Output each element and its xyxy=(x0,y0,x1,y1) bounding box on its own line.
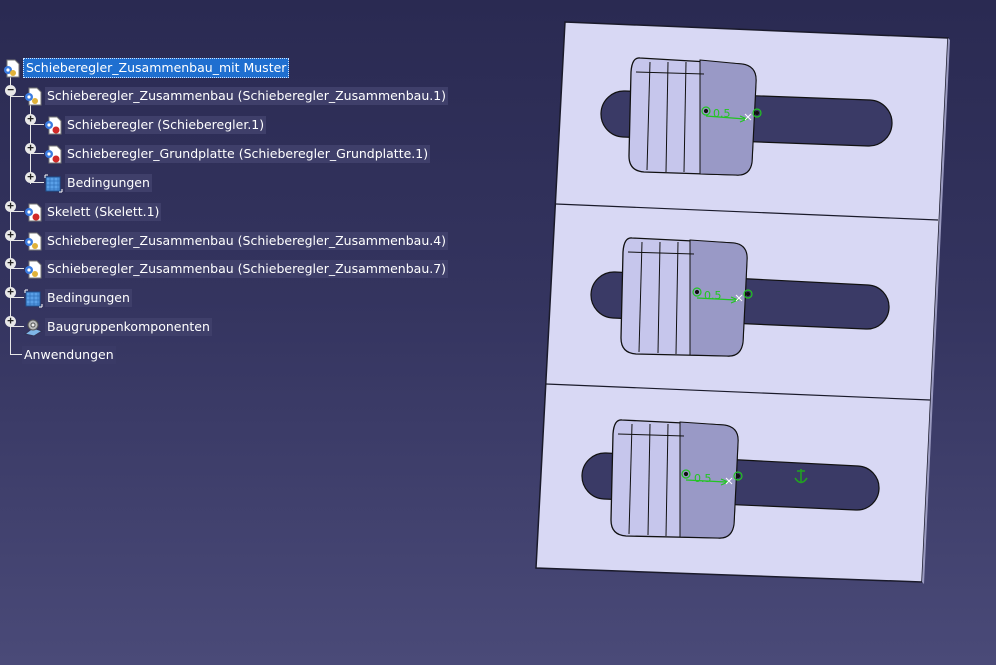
slider-knob xyxy=(610,419,739,539)
tree-item-bedingungen-1[interactable]: Bedingungen xyxy=(44,172,152,194)
part-icon xyxy=(44,145,63,164)
slot xyxy=(590,271,890,330)
expand-toggle[interactable]: + xyxy=(25,113,36,125)
tree-item-label: Schieberegler_Grundplatte (Schieberegler… xyxy=(65,145,431,163)
constraint-value: 0.5 xyxy=(713,107,731,120)
expand-toggle[interactable]: + xyxy=(5,200,16,212)
offset-constraint-2: 0.5 xyxy=(692,287,753,304)
assembly-features-icon xyxy=(23,318,44,337)
tree-item-skelett[interactable]: Skelett (Skelett.1) xyxy=(24,201,162,223)
tree-root[interactable]: Schieberegler_Zusammenbau_mit Muster xyxy=(2,57,290,79)
expand-toggle[interactable]: + xyxy=(25,171,36,183)
tree-item-anwendungen[interactable]: Anwendungen xyxy=(20,344,116,366)
specification-tree[interactable]: Schieberegler_Zusammenbau_mit Muster − S… xyxy=(0,52,470,382)
slot xyxy=(581,452,880,511)
part-icon xyxy=(44,116,63,135)
base-plate xyxy=(535,21,949,583)
expand-toggle[interactable]: + xyxy=(5,257,16,269)
tree-item-label: Schieberegler_Zusammenbau (Schieberegler… xyxy=(45,87,449,105)
product-icon xyxy=(24,260,43,279)
constraint-value: 0.5 xyxy=(704,289,722,302)
expand-toggle[interactable]: + xyxy=(5,315,16,327)
tree-item-zusammenbau-1[interactable]: Schieberegler_Zusammenbau (Schieberegler… xyxy=(24,85,449,107)
tree-item-label: Schieberegler (Schieberegler.1) xyxy=(65,116,267,134)
slider-knob xyxy=(628,57,757,176)
3d-viewport[interactable]: Schieberegler_Zusammenbau_mit Muster − S… xyxy=(0,0,996,665)
tree-item-label: Skelett (Skelett.1) xyxy=(45,203,162,221)
constraints-icon xyxy=(24,289,43,308)
part-icon xyxy=(24,203,43,222)
tree-item-label: Schieberegler_Zusammenbau (Schieberegler… xyxy=(45,260,449,278)
tree-item-zusammenbau-4[interactable]: Schieberegler_Zusammenbau (Schieberegler… xyxy=(24,230,449,252)
expand-toggle[interactable]: + xyxy=(25,142,36,154)
tree-item-zusammenbau-7[interactable]: Schieberegler_Zusammenbau (Schieberegler… xyxy=(24,258,449,280)
slot xyxy=(600,90,893,147)
product-icon xyxy=(2,59,21,78)
tree-item-label: Bedingungen xyxy=(45,289,132,307)
expand-toggle[interactable]: + xyxy=(5,286,16,298)
expand-toggle[interactable]: + xyxy=(5,229,16,241)
tree-item-label: Baugruppenkomponenten xyxy=(45,318,212,336)
tree-item-label: Anwendungen xyxy=(22,346,116,364)
offset-constraint-1: 0.5 xyxy=(701,106,762,123)
constraint-value: 0.5 xyxy=(694,472,712,485)
tree-item-label: Bedingungen xyxy=(65,174,152,192)
tree-item-baugruppenkomponenten[interactable]: Baugruppenkomponenten xyxy=(23,316,212,338)
collapse-toggle[interactable]: − xyxy=(5,84,16,96)
offset-constraint-3: 0.5 xyxy=(681,469,743,486)
tree-item-bedingungen[interactable]: Bedingungen xyxy=(24,287,132,309)
tree-item-label: Schieberegler_Zusammenbau (Schieberegler… xyxy=(45,232,449,250)
slider-knob xyxy=(620,237,748,357)
product-icon xyxy=(24,87,43,106)
product-icon xyxy=(24,232,43,251)
tree-item-schieberegler[interactable]: Schieberegler (Schieberegler.1) xyxy=(44,114,267,136)
tree-root-label: Schieberegler_Zusammenbau_mit Muster xyxy=(23,58,290,78)
constraints-icon xyxy=(44,174,63,193)
tree-item-grundplatte[interactable]: Schieberegler_Grundplatte (Schieberegler… xyxy=(44,143,431,165)
fix-constraint-icon xyxy=(794,469,808,484)
